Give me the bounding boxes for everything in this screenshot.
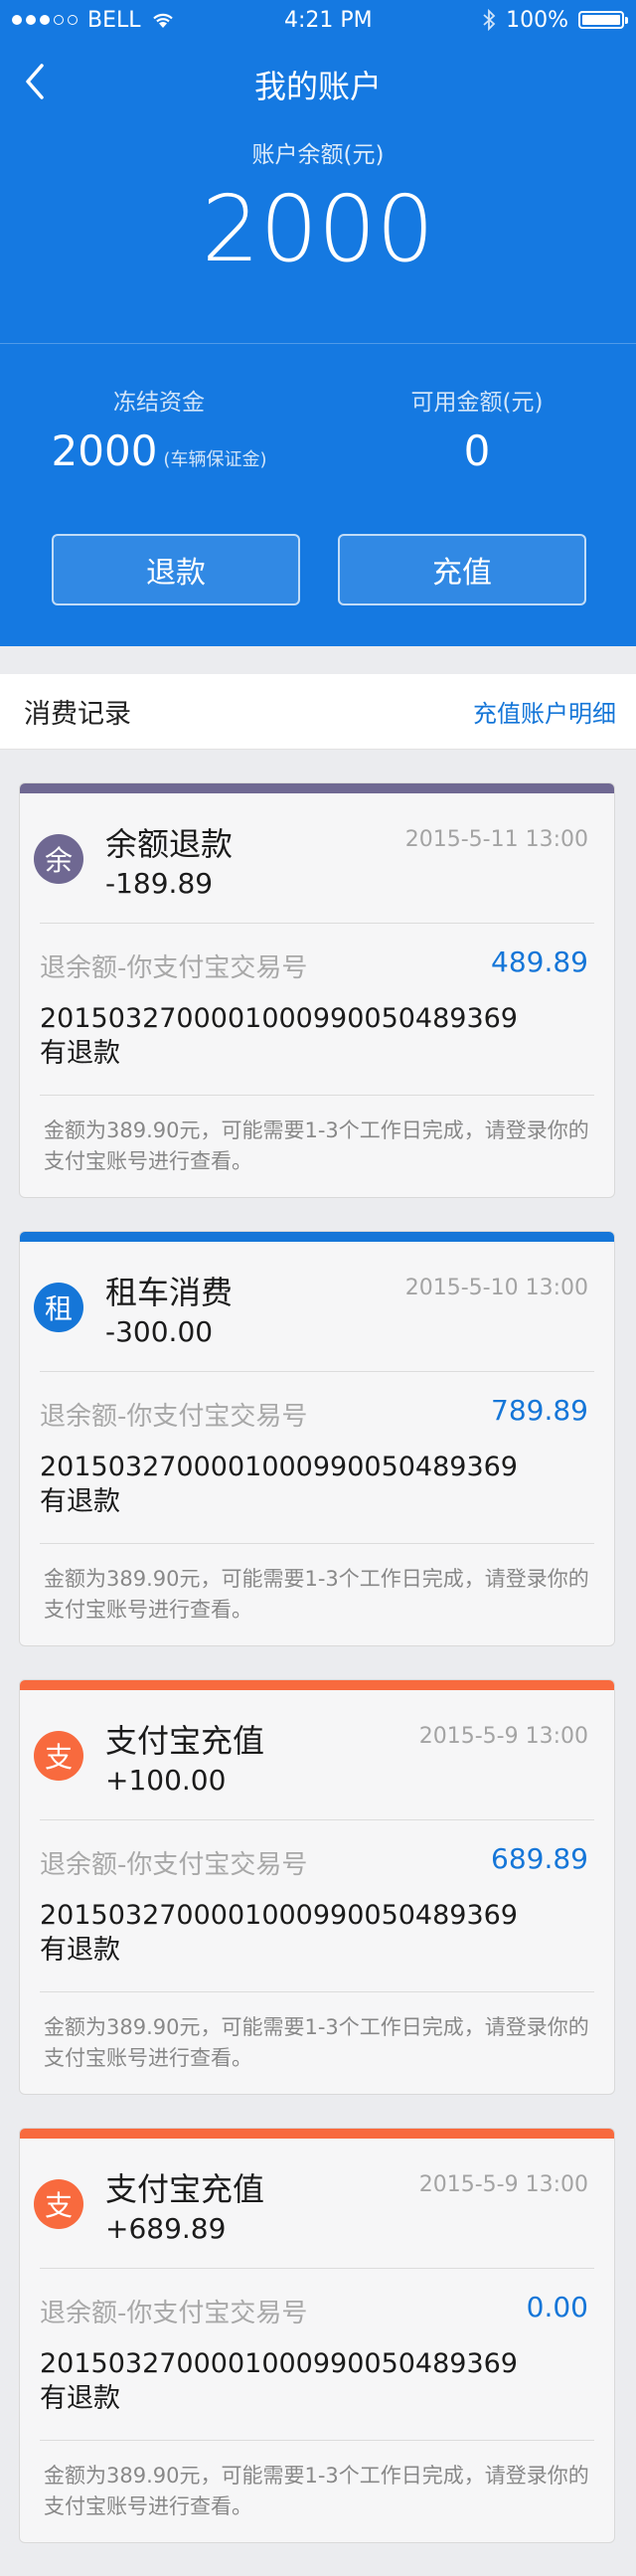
record-amount: -189.89 — [105, 867, 214, 900]
record-amount: +100.00 — [105, 1764, 227, 1797]
balance-value: 2000 — [201, 176, 435, 282]
transaction-number: 2015032700001000990050489369 — [40, 1900, 518, 1931]
refund-value: 789.89 — [491, 1394, 588, 1427]
frozen-funds: 冻结资金 2000 (车辆保证金) — [0, 383, 318, 475]
record-title: 租车消费 — [105, 1274, 234, 1311]
refund-button[interactable]: 退款 — [52, 534, 300, 605]
refund-value: 489.89 — [491, 945, 588, 978]
bluetooth-icon — [483, 9, 496, 31]
record-type-icon: 支 — [34, 2179, 83, 2229]
records-title: 消费记录 — [24, 699, 131, 730]
frozen-value: 2000 — [51, 427, 158, 475]
record-type-icon: 支 — [34, 1731, 83, 1781]
battery-percent: 100% — [506, 7, 568, 33]
frozen-note: (车辆保证金) — [163, 449, 267, 470]
refund-note: 金额为389.90元，可能需要1-3个工作日完成，请登录你的支付宝账号进行查看。 — [44, 1567, 589, 1622]
card-color-bar — [20, 783, 614, 793]
available-funds: 可用金额(元) 0 — [318, 383, 636, 475]
signal-icon — [12, 15, 78, 25]
transaction-number: 2015032700001000990050489369 — [40, 1452, 518, 1482]
record-type-icon: 余 — [34, 834, 83, 884]
record-title: 余额退款 — [105, 825, 234, 863]
record-title: 支付宝充值 — [105, 2170, 265, 2208]
refund-status: 有退款 — [40, 1038, 120, 1069]
record-card[interactable]: 租 租车消费 -300.00 2015-5-10 13:00 退余额-你支付宝交… — [19, 1231, 615, 1646]
refund-status: 有退款 — [40, 1486, 120, 1517]
frozen-label: 冻结资金 — [113, 390, 205, 416]
record-card[interactable]: 支 支付宝充值 +689.89 2015-5-9 13:00 退余额-你支付宝交… — [19, 2128, 615, 2543]
refund-label: 退余额-你支付宝交易号 — [40, 2299, 308, 2328]
back-icon[interactable] — [18, 62, 58, 101]
refund-status: 有退款 — [40, 2383, 120, 2414]
transaction-number: 2015032700001000990050489369 — [40, 1003, 518, 1034]
record-card[interactable]: 支 支付宝充值 +100.00 2015-5-9 13:00 退余额-你支付宝交… — [19, 1679, 615, 2095]
nav-bar: 我的账户 — [0, 40, 636, 129]
status-bar: BELL 4:21 PM 100% — [0, 0, 636, 40]
available-label: 可用金额(元) — [410, 390, 544, 416]
refund-label: 退余额-你支付宝交易号 — [40, 953, 308, 983]
battery-icon — [577, 11, 628, 29]
transaction-number: 2015032700001000990050489369 — [40, 2348, 518, 2379]
refund-label: 退余额-你支付宝交易号 — [40, 1402, 308, 1432]
refund-value: 0.00 — [526, 2291, 588, 2323]
wifi-icon — [152, 13, 173, 28]
card-color-bar — [20, 1680, 614, 1690]
record-date: 2015-5-9 13:00 — [418, 1724, 588, 1749]
refund-label: 退余额-你支付宝交易号 — [40, 1850, 308, 1880]
available-value: 0 — [463, 427, 491, 475]
record-date: 2015-5-10 13:00 — [404, 1276, 588, 1300]
refund-note: 金额为389.90元，可能需要1-3个工作日完成，请登录你的支付宝账号进行查看。 — [44, 2015, 589, 2070]
refund-value: 689.89 — [491, 1842, 588, 1875]
record-card[interactable]: 余 余额退款 -189.89 2015-5-11 13:00 退余额-你支付宝交… — [19, 782, 615, 1198]
record-date: 2015-5-11 13:00 — [404, 827, 588, 852]
clock: 4:21 PM — [283, 7, 373, 33]
topup-details-link[interactable]: 充值账户明细 — [473, 694, 616, 729]
refund-note: 金额为389.90元，可能需要1-3个工作日完成，请登录你的支付宝账号进行查看。 — [44, 2464, 589, 2518]
record-date: 2015-5-9 13:00 — [418, 2172, 588, 2197]
record-amount: -300.00 — [105, 1315, 214, 1348]
record-amount: +689.89 — [105, 2212, 227, 2245]
card-color-bar — [20, 1232, 614, 1242]
records-header: 消费记录 充值账户明细 — [0, 674, 636, 750]
record-title: 支付宝充值 — [105, 1722, 265, 1760]
refund-note: 金额为389.90元，可能需要1-3个工作日完成，请登录你的支付宝账号进行查看。 — [44, 1118, 589, 1173]
balance-label: 账户余额(元) — [251, 142, 385, 168]
card-color-bar — [20, 2129, 614, 2139]
carrier-label: BELL — [87, 7, 141, 33]
account-header: BELL 4:21 PM 100% 我的账户 账户余额(元) 2000 冻结资金… — [0, 0, 636, 646]
topup-button[interactable]: 充值 — [338, 534, 586, 605]
refund-status: 有退款 — [40, 1935, 120, 1966]
header-divider — [0, 343, 636, 344]
page-title: 我的账户 — [253, 68, 382, 105]
records-list: 余 余额退款 -189.89 2015-5-11 13:00 退余额-你支付宝交… — [19, 782, 615, 2576]
record-type-icon: 租 — [34, 1283, 83, 1332]
